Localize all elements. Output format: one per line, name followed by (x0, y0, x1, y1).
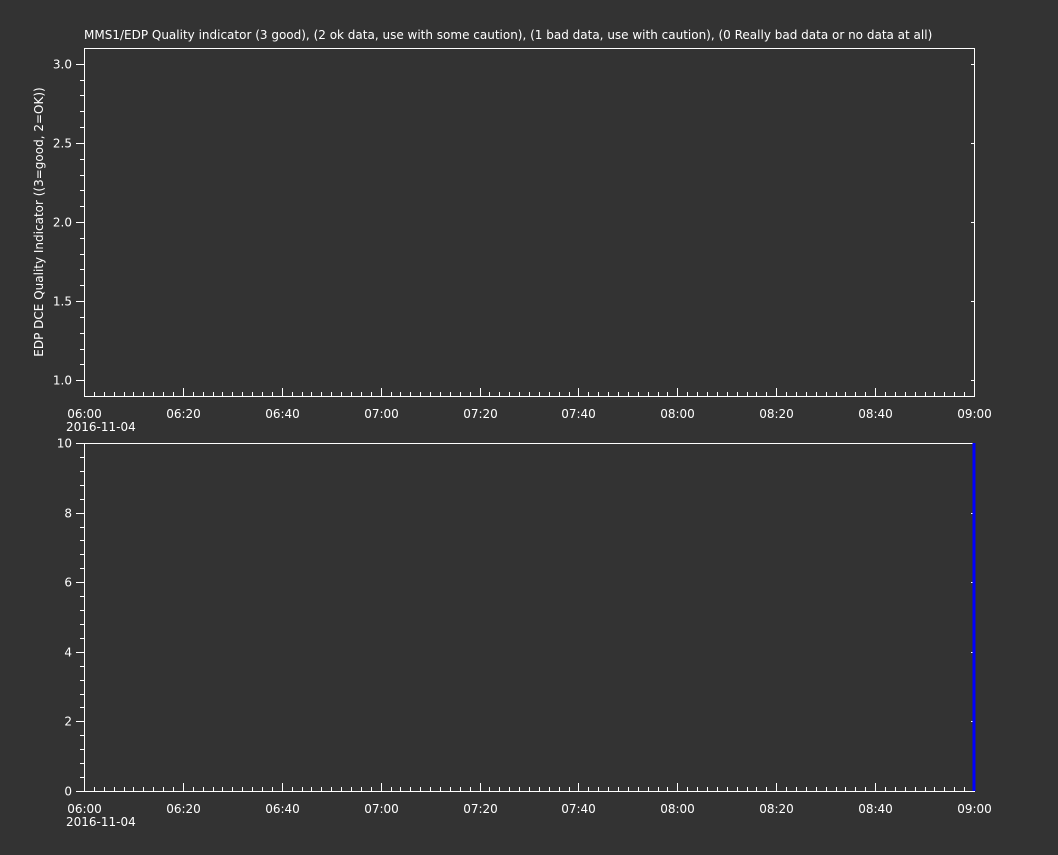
y-tick-label: 10 (57, 437, 72, 451)
plot-frame (84, 443, 975, 792)
y-tick-label: 3.0 (53, 58, 72, 72)
x-tick-label: 09:00 (957, 802, 992, 816)
x-tick-label: 08:00 (660, 802, 695, 816)
x-tick-label: 08:40 (858, 802, 893, 816)
figure-svg: MMS1/EDP Quality indicator (3 good), (2 … (32, 28, 992, 830)
x-tick-label: 08:20 (759, 802, 794, 816)
x-tick-label: 06:00 (67, 802, 102, 816)
panel-lower-plot: 06:00 06:20 06:40 07:00 07:20 07:40 08:00 08:20… (57, 437, 992, 830)
y-tick-label: 2.0 (53, 216, 72, 230)
panel-quality-indicator: MMS1/EDP Quality indicator (3 good), (2 … (32, 28, 992, 434)
x-tick-label: 07:40 (561, 407, 596, 421)
x-date-label: 2016-11-04 (66, 815, 136, 829)
chart-title: MMS1/EDP Quality indicator (3 good), (2 … (84, 28, 932, 42)
y-tick-label: 6 (64, 576, 72, 590)
x-tick-label: 06:20 (166, 802, 201, 816)
x-date-label: 2016-11-04 (66, 420, 136, 434)
y-tick-label: 2 (64, 715, 72, 729)
y-tick-label: 1.0 (53, 374, 72, 388)
x-tick-label: 06:00 (67, 407, 102, 421)
x-tick-label: 08:40 (858, 407, 893, 421)
x-tick-label: 08:00 (660, 407, 695, 421)
y-axis-label: EDP DCE Quality Indicator ((3=good, 2=OK… (32, 87, 46, 356)
x-tick-label: 09:00 (957, 407, 992, 421)
figure: MMS1/EDP Quality indicator (3 good), (2 … (0, 0, 1058, 851)
x-tick-label: 07:00 (364, 802, 399, 816)
x-tick-label: 06:40 (265, 407, 300, 421)
x-tick-label: 06:40 (265, 802, 300, 816)
x-tick-label: 07:20 (463, 407, 498, 421)
x-tick-label: 07:20 (463, 802, 498, 816)
plot-frame (84, 48, 975, 397)
y-tick-label: 0 (64, 785, 72, 799)
x-tick-label: 07:00 (364, 407, 399, 421)
x-tick-label: 08:20 (759, 407, 794, 421)
x-tick-label: 07:40 (561, 802, 596, 816)
y-tick-label: 1.5 (53, 295, 72, 309)
y-tick-label: 8 (64, 507, 72, 521)
x-tick-label: 06:20 (166, 407, 201, 421)
y-tick-label: 4 (64, 646, 72, 660)
y-tick-label: 2.5 (53, 137, 72, 151)
